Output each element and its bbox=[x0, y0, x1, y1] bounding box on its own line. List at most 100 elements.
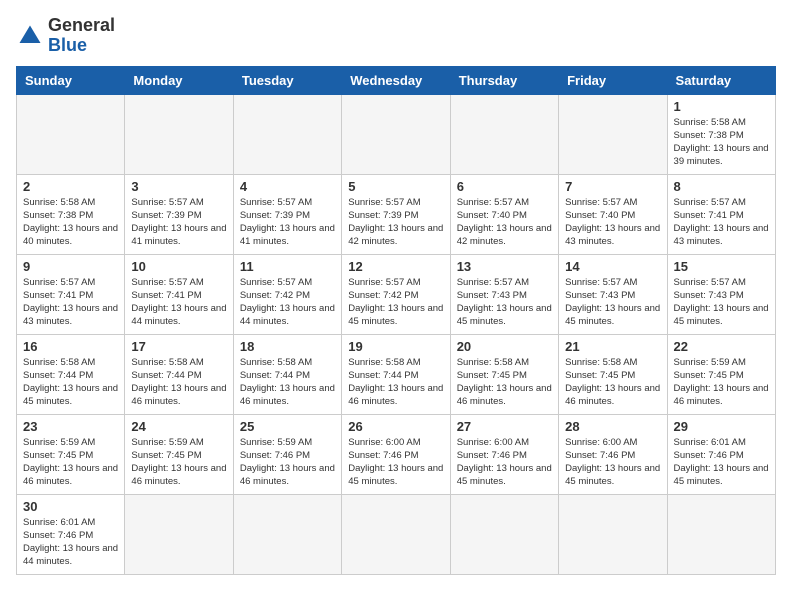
day-info: Sunrise: 6:01 AMSunset: 7:46 PMDaylight:… bbox=[23, 516, 118, 569]
calendar-cell: 1 Sunrise: 5:58 AMSunset: 7:38 PMDaylight… bbox=[667, 94, 775, 174]
day-number: 10 bbox=[131, 259, 226, 274]
calendar-cell: 29 Sunrise: 6:01 AMSunset: 7:46 PMDayligh… bbox=[667, 414, 775, 494]
week-row-3: 9 Sunrise: 5:57 AMSunset: 7:41 PMDaylight… bbox=[17, 254, 776, 334]
day-number: 12 bbox=[348, 259, 443, 274]
calendar-cell: 30 Sunrise: 6:01 AMSunset: 7:46 PMDayligh… bbox=[17, 494, 125, 574]
calendar-cell bbox=[233, 94, 341, 174]
calendar-cell: 9 Sunrise: 5:57 AMSunset: 7:41 PMDaylight… bbox=[17, 254, 125, 334]
day-number: 28 bbox=[565, 419, 660, 434]
day-number: 20 bbox=[457, 339, 552, 354]
calendar-cell: 25 Sunrise: 5:59 AMSunset: 7:46 PMDayligh… bbox=[233, 414, 341, 494]
day-info: Sunrise: 5:57 AMSunset: 7:42 PMDaylight:… bbox=[240, 276, 335, 329]
logo-text: GeneralBlue bbox=[48, 16, 115, 56]
day-info: Sunrise: 5:59 AMSunset: 7:45 PMDaylight:… bbox=[23, 436, 118, 489]
day-number: 1 bbox=[674, 99, 769, 114]
week-row-4: 16 Sunrise: 5:58 AMSunset: 7:44 PMDayligh… bbox=[17, 334, 776, 414]
day-info: Sunrise: 5:57 AMSunset: 7:39 PMDaylight:… bbox=[240, 196, 335, 249]
week-row-1: 1 Sunrise: 5:58 AMSunset: 7:38 PMDaylight… bbox=[17, 94, 776, 174]
day-number: 30 bbox=[23, 499, 118, 514]
day-number: 23 bbox=[23, 419, 118, 434]
day-info: Sunrise: 5:57 AMSunset: 7:43 PMDaylight:… bbox=[565, 276, 660, 329]
day-number: 6 bbox=[457, 179, 552, 194]
day-header-saturday: Saturday bbox=[667, 66, 775, 94]
calendar-cell: 26Sunrise: 6:00 AMSunset: 7:46 PMDayligh… bbox=[342, 414, 450, 494]
day-info: Sunrise: 5:58 AMSunset: 7:38 PMDaylight:… bbox=[23, 196, 118, 249]
logo: GeneralBlue bbox=[16, 16, 115, 56]
day-number: 8 bbox=[674, 179, 769, 194]
day-number: 14 bbox=[565, 259, 660, 274]
day-header-thursday: Thursday bbox=[450, 66, 558, 94]
calendar-cell: 14 Sunrise: 5:57 AMSunset: 7:43 PMDayligh… bbox=[559, 254, 667, 334]
day-info: Sunrise: 6:00 AMSunset: 7:46 PMDaylight:… bbox=[457, 436, 552, 489]
calendar-cell bbox=[667, 494, 775, 574]
day-info: Sunrise: 5:57 AMSunset: 7:43 PMDaylight:… bbox=[674, 276, 769, 329]
calendar-cell bbox=[17, 94, 125, 174]
calendar-cell bbox=[559, 494, 667, 574]
page-header: GeneralBlue bbox=[16, 16, 776, 56]
day-info: Sunrise: 5:58 AMSunset: 7:38 PMDaylight:… bbox=[674, 116, 769, 169]
day-number: 13 bbox=[457, 259, 552, 274]
calendar-cell: 8 Sunrise: 5:57 AMSunset: 7:41 PMDaylight… bbox=[667, 174, 775, 254]
calendar-cell: 24 Sunrise: 5:59 AMSunset: 7:45 PMDayligh… bbox=[125, 414, 233, 494]
day-number: 24 bbox=[131, 419, 226, 434]
calendar-cell: 28Sunrise: 6:00 AMSunset: 7:46 PMDayligh… bbox=[559, 414, 667, 494]
day-number: 11 bbox=[240, 259, 335, 274]
day-info: Sunrise: 5:58 AMSunset: 7:44 PMDaylight:… bbox=[240, 356, 335, 409]
calendar-cell: 21 Sunrise: 5:58 AMSunset: 7:45 PMDayligh… bbox=[559, 334, 667, 414]
day-info: Sunrise: 5:57 AMSunset: 7:39 PMDaylight:… bbox=[131, 196, 226, 249]
calendar-cell: 17Sunrise: 5:58 AMSunset: 7:44 PMDayligh… bbox=[125, 334, 233, 414]
day-number: 18 bbox=[240, 339, 335, 354]
calendar-cell: 2 Sunrise: 5:58 AMSunset: 7:38 PMDaylight… bbox=[17, 174, 125, 254]
day-header-friday: Friday bbox=[559, 66, 667, 94]
day-info: Sunrise: 5:57 AMSunset: 7:43 PMDaylight:… bbox=[457, 276, 552, 329]
day-info: Sunrise: 5:59 AMSunset: 7:46 PMDaylight:… bbox=[240, 436, 335, 489]
calendar-cell: 11 Sunrise: 5:57 AMSunset: 7:42 PMDayligh… bbox=[233, 254, 341, 334]
day-number: 27 bbox=[457, 419, 552, 434]
day-info: Sunrise: 5:58 AMSunset: 7:44 PMDaylight:… bbox=[131, 356, 226, 409]
day-number: 19 bbox=[348, 339, 443, 354]
calendar-cell: 3 Sunrise: 5:57 AMSunset: 7:39 PMDaylight… bbox=[125, 174, 233, 254]
calendar-cell bbox=[233, 494, 341, 574]
calendar-cell bbox=[559, 94, 667, 174]
day-info: Sunrise: 5:58 AMSunset: 7:45 PMDaylight:… bbox=[565, 356, 660, 409]
calendar-cell: 23 Sunrise: 5:59 AMSunset: 7:45 PMDayligh… bbox=[17, 414, 125, 494]
day-number: 22 bbox=[674, 339, 769, 354]
day-number: 2 bbox=[23, 179, 118, 194]
day-number: 4 bbox=[240, 179, 335, 194]
day-number: 26 bbox=[348, 419, 443, 434]
day-info: Sunrise: 5:58 AMSunset: 7:44 PMDaylight:… bbox=[23, 356, 118, 409]
calendar-cell: 13 Sunrise: 5:57 AMSunset: 7:43 PMDayligh… bbox=[450, 254, 558, 334]
day-info: Sunrise: 5:57 AMSunset: 7:40 PMDaylight:… bbox=[565, 196, 660, 249]
calendar-header-row: SundayMondayTuesdayWednesdayThursdayFrid… bbox=[17, 66, 776, 94]
calendar-cell bbox=[450, 94, 558, 174]
calendar-cell bbox=[125, 494, 233, 574]
calendar-cell: 22 Sunrise: 5:59 AMSunset: 7:45 PMDayligh… bbox=[667, 334, 775, 414]
day-info: Sunrise: 5:59 AMSunset: 7:45 PMDaylight:… bbox=[131, 436, 226, 489]
day-number: 9 bbox=[23, 259, 118, 274]
calendar-cell bbox=[342, 494, 450, 574]
calendar-cell: 7Sunrise: 5:57 AMSunset: 7:40 PMDaylight… bbox=[559, 174, 667, 254]
day-info: Sunrise: 5:57 AMSunset: 7:41 PMDaylight:… bbox=[131, 276, 226, 329]
logo-icon bbox=[16, 22, 44, 50]
week-row-2: 2 Sunrise: 5:58 AMSunset: 7:38 PMDaylight… bbox=[17, 174, 776, 254]
day-number: 16 bbox=[23, 339, 118, 354]
week-row-6: 30 Sunrise: 6:01 AMSunset: 7:46 PMDayligh… bbox=[17, 494, 776, 574]
day-number: 3 bbox=[131, 179, 226, 194]
day-info: Sunrise: 5:57 AMSunset: 7:41 PMDaylight:… bbox=[23, 276, 118, 329]
day-number: 15 bbox=[674, 259, 769, 274]
calendar-cell: 10 Sunrise: 5:57 AMSunset: 7:41 PMDayligh… bbox=[125, 254, 233, 334]
week-row-5: 23 Sunrise: 5:59 AMSunset: 7:45 PMDayligh… bbox=[17, 414, 776, 494]
day-info: Sunrise: 5:59 AMSunset: 7:45 PMDaylight:… bbox=[674, 356, 769, 409]
calendar-cell bbox=[342, 94, 450, 174]
day-number: 21 bbox=[565, 339, 660, 354]
day-number: 29 bbox=[674, 419, 769, 434]
day-number: 25 bbox=[240, 419, 335, 434]
day-info: Sunrise: 5:58 AMSunset: 7:44 PMDaylight:… bbox=[348, 356, 443, 409]
day-info: Sunrise: 6:01 AMSunset: 7:46 PMDaylight:… bbox=[674, 436, 769, 489]
day-info: Sunrise: 5:57 AMSunset: 7:41 PMDaylight:… bbox=[674, 196, 769, 249]
calendar-cell: 16 Sunrise: 5:58 AMSunset: 7:44 PMDayligh… bbox=[17, 334, 125, 414]
calendar-cell: 20Sunrise: 5:58 AMSunset: 7:45 PMDayligh… bbox=[450, 334, 558, 414]
day-header-monday: Monday bbox=[125, 66, 233, 94]
day-info: Sunrise: 5:57 AMSunset: 7:42 PMDaylight:… bbox=[348, 276, 443, 329]
day-info: Sunrise: 5:57 AMSunset: 7:40 PMDaylight:… bbox=[457, 196, 552, 249]
